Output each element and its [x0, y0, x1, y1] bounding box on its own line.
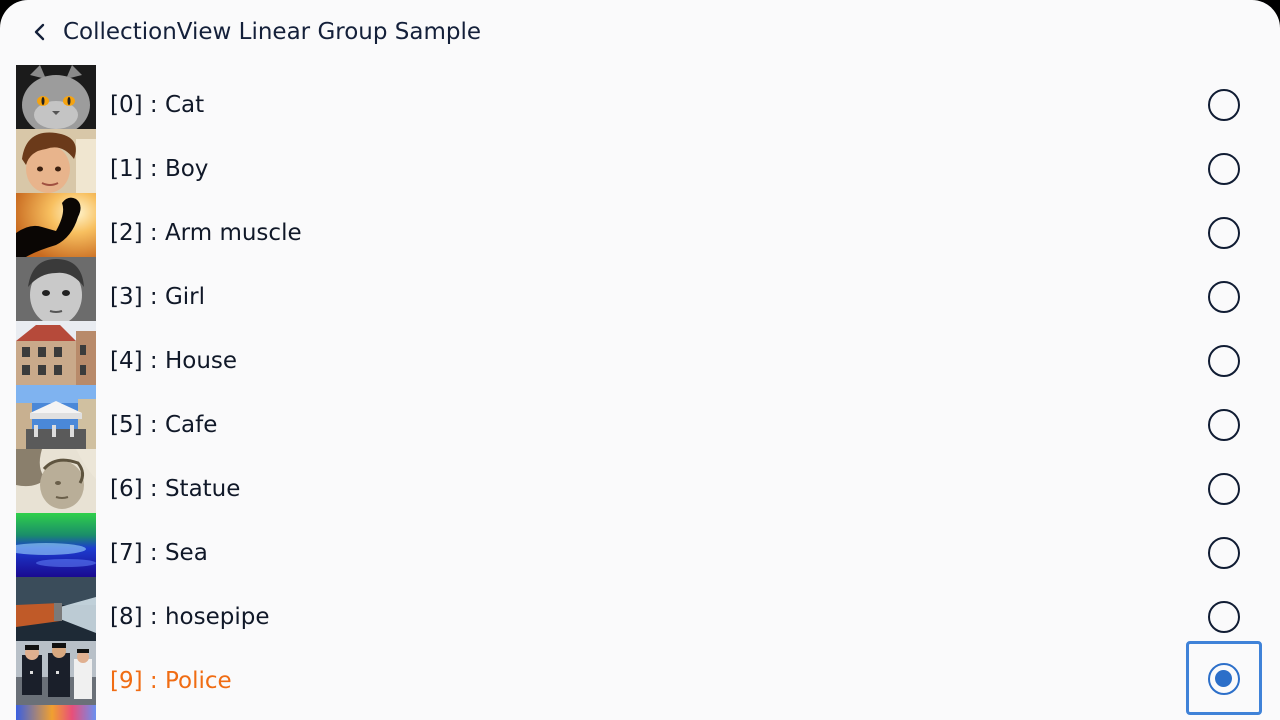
hosepipe-thumbnail [16, 577, 96, 641]
item-label: [7] : Sea [110, 540, 208, 566]
back-button[interactable] [22, 14, 58, 50]
list-item[interactable]: [2] : Arm muscle [0, 193, 1280, 257]
list-item-selected[interactable]: [9] : Police [0, 641, 1280, 715]
radio-button-checked[interactable] [1208, 663, 1240, 695]
radio-button[interactable] [1208, 601, 1240, 633]
header-bar: CollectionView Linear Group Sample [0, 0, 1280, 64]
list-item[interactable]: [6] : Statue [0, 449, 1280, 513]
list-item[interactable]: [7] : Sea [0, 513, 1280, 577]
chevron-left-icon [34, 23, 45, 41]
radio-button[interactable] [1208, 153, 1240, 185]
list-item[interactable]: [1] : Boy [0, 129, 1280, 193]
cafe-thumbnail [16, 385, 96, 449]
radio-button[interactable] [1208, 281, 1240, 313]
sea-thumbnail [16, 513, 96, 577]
item-label: [3] : Girl [110, 284, 206, 310]
radio-button[interactable] [1208, 537, 1240, 569]
item-label: [2] : Arm muscle [110, 220, 302, 246]
list-item[interactable]: [3] : Girl [0, 257, 1280, 321]
cat-thumbnail [16, 65, 96, 129]
focus-indicator [1186, 641, 1262, 715]
girl-thumbnail [16, 257, 96, 321]
list-item[interactable]: [0] : Cat [0, 65, 1280, 129]
radio-button[interactable] [1208, 89, 1240, 121]
arm-muscle-thumbnail [16, 193, 96, 257]
police-thumbnail [16, 641, 96, 705]
radio-button[interactable] [1208, 473, 1240, 505]
radio-button[interactable] [1208, 217, 1240, 249]
item-label: [6] : Statue [110, 476, 241, 502]
radio-button[interactable] [1208, 345, 1240, 377]
next-item-thumbnail-partial [16, 705, 96, 720]
item-label: [8] : hosepipe [110, 604, 270, 630]
item-label: [1] : Boy [110, 156, 209, 182]
radio-dot [1215, 670, 1232, 687]
list-item[interactable]: [5] : Cafe [0, 385, 1280, 449]
collection-list[interactable]: [0] : Cat [1] : Boy [2]: Arm muscle [3]… [0, 65, 1280, 715]
house-thumbnail [16, 321, 96, 385]
statue-thumbnail [16, 449, 96, 513]
list-item[interactable]: [4] : House [0, 321, 1280, 385]
item-label: [5] : Cafe [110, 412, 218, 438]
list-item[interactable]: [8] : hosepipe [0, 577, 1280, 641]
item-label: [4] : House [110, 348, 238, 374]
app-screen: CollectionView Linear Group Sample [0]:… [0, 0, 1280, 720]
boy-thumbnail [16, 129, 96, 193]
item-label: [0] : Cat [110, 92, 205, 118]
radio-button[interactable] [1208, 409, 1240, 441]
item-label: [9] : Police [110, 668, 232, 694]
page-title: CollectionView Linear Group Sample [63, 19, 482, 45]
